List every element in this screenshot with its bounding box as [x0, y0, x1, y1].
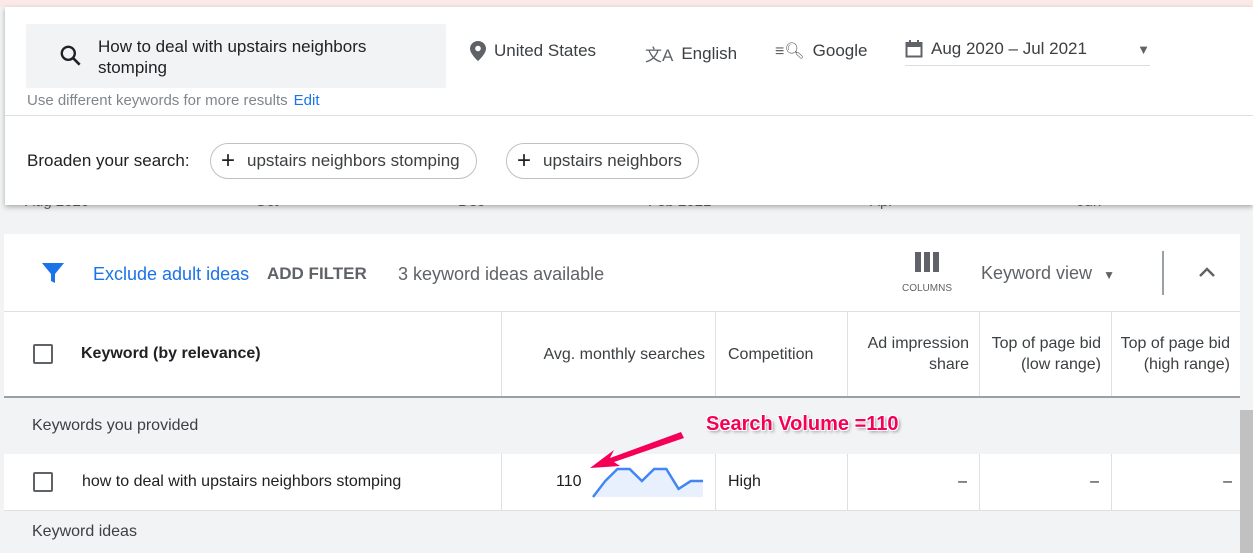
- network-selector[interactable]: ≡🔍︎ Google: [775, 41, 867, 61]
- plus-icon: +: [517, 147, 532, 174]
- annotation-arrow-icon: [590, 432, 684, 468]
- bid-high-cell: –: [1111, 454, 1240, 510]
- search-hint: Use different keywords for more results E…: [27, 92, 320, 109]
- column-header-ad-impression-share[interactable]: Ad impression share: [847, 312, 979, 396]
- keyword-results-table: Exclude adult ideas ADD FILTER 3 keyword…: [4, 234, 1240, 553]
- exclude-adult-ideas-link[interactable]: Exclude adult ideas: [93, 264, 249, 285]
- calendar-icon: [905, 40, 923, 58]
- add-filter-button[interactable]: ADD FILTER: [267, 264, 367, 284]
- competition-cell: High: [715, 454, 847, 510]
- search-network-icon: ≡🔍︎: [775, 43, 805, 60]
- broaden-chip[interactable]: + upstairs neighbors: [506, 143, 699, 179]
- column-header-keyword[interactable]: Keyword (by relevance): [81, 345, 261, 363]
- broaden-chip[interactable]: + upstairs neighbors stomping: [210, 143, 477, 179]
- collapse-chevron-icon[interactable]: [1198, 266, 1216, 278]
- hint-text: Use different keywords for more results: [27, 92, 288, 109]
- location-label: United States: [494, 41, 597, 60]
- annotation-label: Search Volume =110: [706, 413, 899, 435]
- chip-label: upstairs neighbors: [543, 151, 682, 170]
- row-checkbox[interactable]: [33, 472, 53, 492]
- search-header: How to deal with upstairs neighbors stom…: [5, 7, 1253, 205]
- column-header-bid-high[interactable]: Top of page bid (high range): [1111, 312, 1240, 396]
- top-strip: [0, 0, 1253, 7]
- keyword-view-dropdown[interactable]: Keyword view ▼: [981, 263, 1115, 284]
- divider: [5, 115, 1253, 116]
- columns-button[interactable]: COLUMNS: [897, 252, 957, 294]
- columns-label: COLUMNS: [901, 283, 952, 294]
- table-header: Keyword (by relevance) Avg. monthly sear…: [4, 312, 1240, 398]
- location-selector[interactable]: United States: [470, 41, 596, 61]
- dropdown-arrow-icon: ▼: [1103, 268, 1115, 282]
- columns-icon: [915, 252, 939, 272]
- filter-icon[interactable]: [42, 262, 64, 284]
- edit-link[interactable]: Edit: [294, 92, 320, 109]
- scrollbar[interactable]: [1240, 410, 1253, 553]
- language-label: English: [681, 43, 738, 63]
- view-label: Keyword view: [981, 263, 1093, 283]
- avg-searches-value: 110: [556, 473, 582, 490]
- translate-icon: 文A: [645, 46, 674, 65]
- plus-icon: +: [221, 147, 236, 174]
- network-label: Google: [812, 41, 868, 60]
- date-range-label: Aug 2020 – Jul 2021: [931, 39, 1087, 58]
- search-input[interactable]: How to deal with upstairs neighbors stom…: [26, 24, 446, 88]
- language-selector[interactable]: 文A English: [645, 41, 737, 66]
- dropdown-arrow-icon: ▼: [1137, 41, 1150, 57]
- date-range-selector[interactable]: Aug 2020 – Jul 2021 ▼: [905, 39, 1150, 66]
- location-pin-icon: [470, 41, 486, 61]
- ad-impression-cell: –: [847, 454, 979, 510]
- group-keyword-ideas: Keyword ideas: [4, 511, 1240, 553]
- broaden-label: Broaden your search:: [27, 151, 190, 170]
- column-header-avg-searches[interactable]: Avg. monthly searches: [501, 312, 715, 396]
- select-all-checkbox[interactable]: [33, 344, 53, 364]
- table-toolbar: Exclude adult ideas ADD FILTER 3 keyword…: [4, 234, 1240, 312]
- search-query[interactable]: How to deal with upstairs neighbors stom…: [98, 36, 418, 78]
- keyword-cell: how to deal with upstairs neighbors stom…: [82, 473, 402, 490]
- chip-label: upstairs neighbors stomping: [247, 151, 460, 170]
- column-header-bid-low[interactable]: Top of page bid (low range): [979, 312, 1111, 396]
- divider: [1162, 251, 1164, 295]
- column-header-competition[interactable]: Competition: [715, 312, 847, 396]
- bid-low-cell: –: [979, 454, 1111, 510]
- keyword-count: 3 keyword ideas available: [398, 264, 605, 284]
- search-icon: [60, 45, 81, 66]
